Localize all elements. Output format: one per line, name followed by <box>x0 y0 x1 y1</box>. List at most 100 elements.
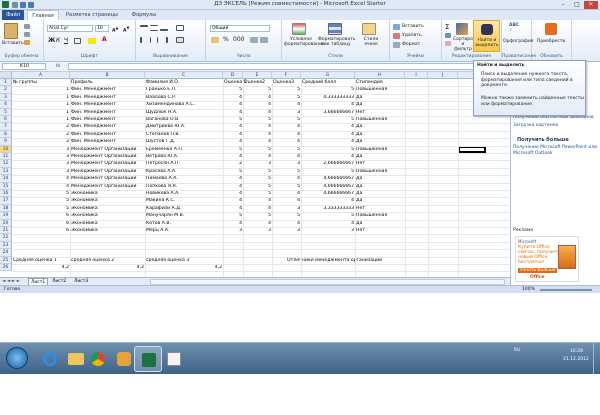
align-left-icon[interactable] <box>140 37 148 43</box>
table-cell[interactable]: Да <box>356 190 362 197</box>
table-cell[interactable]: Да <box>356 131 362 138</box>
table-cell[interactable]: Макина К.С. <box>146 197 175 204</box>
row-header[interactable]: 10 <box>0 145 12 153</box>
tab-file[interactable]: Файл <box>2 10 24 20</box>
table-cell[interactable]: 2 <box>12 138 69 145</box>
table-cell[interactable]: 3,666666667 <box>301 109 354 116</box>
table-cell[interactable]: 3 <box>272 205 300 212</box>
table-cell[interactable]: Красева А.А. <box>146 168 177 175</box>
table-cell[interactable]: 5 <box>223 86 242 93</box>
table-cell[interactable]: Да <box>356 123 362 130</box>
table-cell[interactable]: 2 <box>12 131 69 138</box>
table-cell[interactable]: 2 <box>223 160 242 167</box>
table-cell[interactable]: Щудлюк Н.А. <box>146 109 177 116</box>
keyboard-language[interactable]: RU <box>514 348 520 353</box>
sheet-nav-icon[interactable]: ◄ ◄ ► ► <box>2 279 20 284</box>
insert-cells-icon[interactable] <box>393 24 400 30</box>
table-cell[interactable]: 3,333333333 <box>301 205 354 212</box>
spelling-icon[interactable]: ABC ✓ <box>509 23 519 33</box>
column-header[interactable]: B <box>70 72 145 79</box>
column-header[interactable]: A <box>12 72 70 79</box>
table-cell[interactable]: 4 <box>243 123 271 130</box>
clear-icon[interactable] <box>445 41 451 46</box>
table-cell[interactable]: 5 <box>272 86 300 93</box>
table-cell[interactable]: 1 <box>12 94 69 101</box>
table-cell[interactable]: 3 <box>223 227 242 234</box>
row-header[interactable]: 8 <box>0 130 12 139</box>
row-header[interactable]: 17 <box>0 197 12 205</box>
table-cell[interactable]: 6 <box>12 220 69 227</box>
zoom-level[interactable]: 100% <box>522 287 535 292</box>
table-cell[interactable]: 4,666666667 <box>301 190 354 197</box>
format-painter-icon[interactable] <box>24 40 30 45</box>
table-cell[interactable]: Петросян А.П. <box>146 160 180 167</box>
table-cell[interactable]: Новикова А.А. <box>146 190 180 197</box>
table-cell[interactable]: Менеджмент Организации <box>71 160 136 167</box>
table-cell[interactable]: Фин. Менеджмент <box>71 138 116 145</box>
table-cell[interactable]: 5 <box>243 168 271 175</box>
column-header[interactable]: J <box>428 72 458 79</box>
summary-label[interactable]: средняя оценка 2 <box>71 257 114 264</box>
row-header[interactable]: 5 <box>0 108 12 116</box>
table-cell[interactable]: 4 <box>301 220 354 227</box>
table-cell[interactable]: 3 <box>301 227 354 234</box>
table-cell[interactable]: Фамилия И.О. <box>146 79 179 86</box>
sort-filter-button[interactable]: Сортировка и фильтр <box>453 37 481 52</box>
percent-icon[interactable]: % <box>223 36 229 43</box>
table-cell[interactable]: 5 <box>272 168 300 175</box>
table-cell[interactable]: 4 <box>223 153 242 160</box>
table-cell[interactable]: 4 <box>223 205 242 212</box>
increase-decimal-icon[interactable] <box>250 37 258 43</box>
table-cell[interactable]: 4 <box>272 220 300 227</box>
table-cell[interactable]: 4 <box>272 131 300 138</box>
table-cell[interactable]: Да <box>356 138 362 145</box>
align-middle-icon[interactable] <box>150 25 158 31</box>
chrome-icon[interactable] <box>84 346 112 372</box>
table-cell[interactable]: Да <box>356 183 362 190</box>
delete-cells-button[interactable]: Удалить <box>402 33 422 38</box>
show-desktop-button[interactable] <box>593 343 600 375</box>
table-cell[interactable]: 4,333333333 <box>301 94 354 101</box>
table-cell[interactable]: 4 <box>272 101 300 108</box>
table-cell[interactable]: 3 <box>272 227 300 234</box>
table-cell[interactable]: 2 <box>12 123 69 130</box>
column-header[interactable]: C <box>145 72 223 79</box>
table-cell[interactable]: 1 <box>12 116 69 123</box>
underline-icon[interactable]: Ч <box>64 37 68 44</box>
table-cell[interactable]: Дмитриева Ю.А. <box>146 123 185 130</box>
table-cell[interactable]: 6 <box>12 227 69 234</box>
table-cell[interactable]: Профиль <box>71 79 93 86</box>
table-cell[interactable]: 5 <box>272 116 300 123</box>
table-cell[interactable]: 4 <box>272 190 300 197</box>
windows-explorer-icon[interactable] <box>160 346 188 372</box>
merge-center-icon[interactable] <box>176 37 184 43</box>
format-cells-button[interactable]: Формат <box>402 42 420 47</box>
row-header[interactable]: 23 <box>0 241 12 250</box>
bold-icon[interactable]: Ж <box>48 37 55 44</box>
row-header[interactable]: 19 <box>0 212 12 220</box>
table-cell[interactable]: Ветрова Ю.А. <box>146 153 178 160</box>
upgrade-icon[interactable] <box>545 23 557 35</box>
table-cell[interactable]: Менеджмент Организации <box>71 175 136 182</box>
table-cell[interactable]: 4 <box>223 175 242 182</box>
start-button[interactable] <box>6 347 28 369</box>
table-cell[interactable]: Экономика <box>71 212 98 219</box>
table-cell[interactable]: 4,666666667 <box>301 183 354 190</box>
table-cell[interactable]: 2,666666667 <box>301 160 354 167</box>
table-cell[interactable]: Менеджмент Организации <box>71 146 136 153</box>
table-cell[interactable]: 4 <box>301 138 354 145</box>
table-cell[interactable]: 5 <box>272 94 300 101</box>
minimize-button[interactable]: – <box>556 1 570 9</box>
table-cell[interactable]: Нет <box>356 205 365 212</box>
table-cell[interactable]: Оценка3 <box>273 79 294 86</box>
cell-styles-icon[interactable] <box>362 23 376 35</box>
table-cell[interactable]: 4 <box>223 123 242 130</box>
table-cell[interactable]: 4 <box>223 131 242 138</box>
table-cell[interactable]: 4 <box>223 109 242 116</box>
row-header[interactable]: 1 <box>0 79 12 87</box>
table-cell[interactable]: Да <box>356 101 362 108</box>
table-cell[interactable]: 4 <box>243 197 271 204</box>
table-cell[interactable]: 5 <box>301 86 354 93</box>
align-right-icon[interactable] <box>160 37 168 43</box>
table-cell[interactable]: Да <box>356 197 362 204</box>
